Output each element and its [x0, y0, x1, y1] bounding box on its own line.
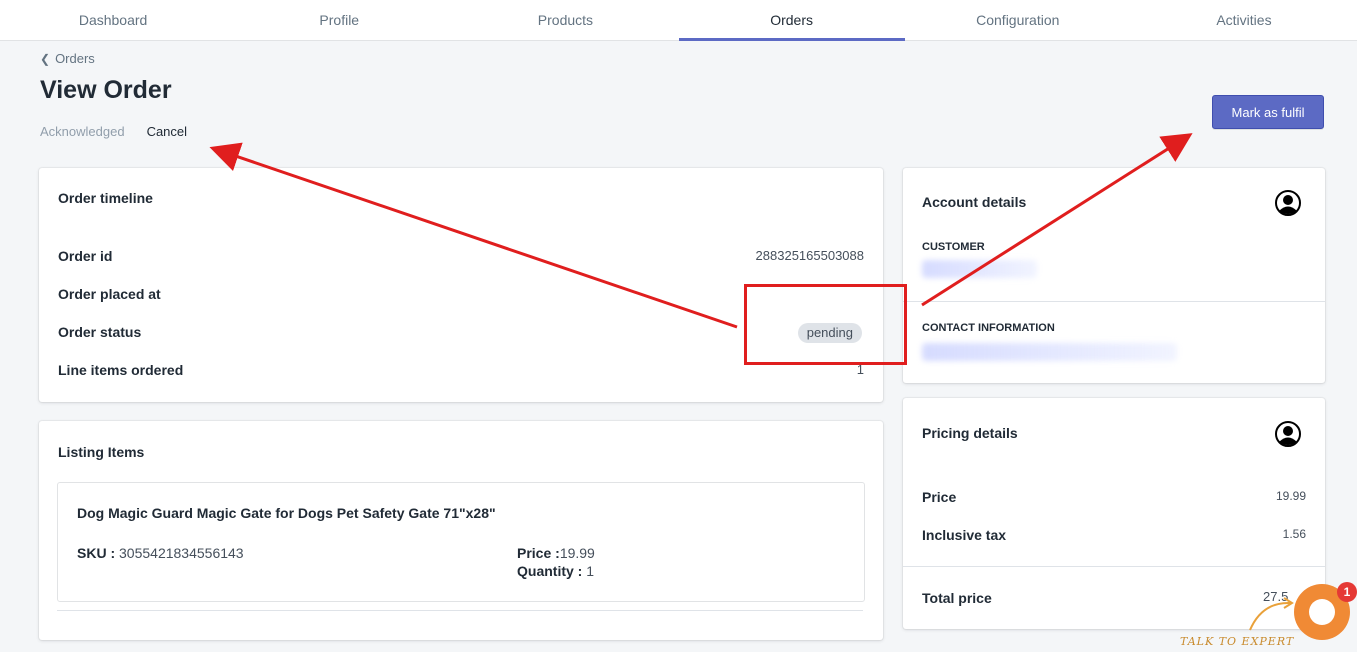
customer-label: CUSTOMER — [922, 241, 985, 253]
pricing-details-title: Pricing details — [922, 425, 1018, 441]
user-avatar-icon — [1275, 421, 1301, 447]
breadcrumb[interactable]: ❮ Orders — [40, 51, 95, 66]
tab-profile[interactable]: Profile — [226, 0, 452, 40]
sku-field: SKU : 3055421834556143 — [77, 545, 244, 561]
tab-products[interactable]: Products — [452, 0, 678, 40]
acknowledged-status: Acknowledged — [40, 124, 125, 139]
item-quantity-label: Quantity : — [517, 563, 583, 579]
account-details-card: Account details CUSTOMER CONTACT INFORMA… — [903, 168, 1325, 383]
order-id-label: Order id — [58, 248, 113, 264]
contact-information-label: CONTACT INFORMATION — [922, 322, 1055, 334]
sku-value: 3055421834556143 — [119, 545, 244, 561]
chevron-left-icon: ❮ — [40, 52, 51, 66]
listing-items-title: Listing Items — [58, 444, 145, 460]
account-details-title: Account details — [922, 194, 1027, 210]
total-price-value: 27.5 — [1263, 589, 1289, 604]
top-nav: Dashboard Profile Products Orders Config… — [0, 0, 1357, 41]
price-value: 19.99 — [1275, 489, 1306, 503]
order-id-value: 288325165503088 — [755, 248, 864, 263]
price-field: Price :19.99 — [517, 545, 595, 561]
breadcrumb-label: Orders — [55, 51, 95, 66]
inclusive-tax-value: 1.56 — [1282, 527, 1306, 541]
page-title: View Order — [40, 76, 172, 104]
tab-orders[interactable]: Orders — [678, 0, 905, 41]
mark-as-fulfil-button[interactable]: Mark as fulfil — [1212, 95, 1324, 129]
chat-notification-count: 1 — [1337, 582, 1357, 602]
product-name: Dog Magic Guard Magic Gate for Dogs Pet … — [77, 505, 496, 521]
pricing-details-card: Pricing details Price 19.99 Inclusive ta… — [903, 398, 1325, 629]
contact-information-redacted — [922, 343, 1177, 361]
user-avatar-icon — [1275, 190, 1301, 216]
talk-to-expert-label: TALK TO EXPERT — [1180, 635, 1295, 648]
tab-dashboard[interactable]: Dashboard — [0, 0, 226, 40]
tab-configuration[interactable]: Configuration — [905, 0, 1131, 40]
order-status-label: Order status — [58, 324, 142, 340]
order-status-actions: Acknowledged Cancel — [40, 124, 187, 139]
line-items-label: Line items ordered — [58, 362, 184, 378]
order-placed-label: Order placed at — [58, 286, 161, 302]
price-label: Price — [922, 489, 957, 505]
list-item: Dog Magic Guard Magic Gate for Dogs Pet … — [57, 482, 865, 602]
tab-activities[interactable]: Activities — [1131, 0, 1357, 40]
order-timeline-title: Order timeline — [58, 190, 153, 206]
sku-label: SKU : — [77, 545, 116, 561]
item-price-label: Price : — [517, 545, 560, 561]
customer-name-redacted — [922, 260, 1037, 278]
item-price-value: 19.99 — [559, 545, 595, 561]
divider — [903, 301, 1325, 302]
annotation-highlight-box — [744, 284, 907, 365]
total-price-label: Total price — [922, 590, 992, 606]
item-quantity-value: 1 — [586, 563, 595, 579]
divider — [57, 610, 863, 611]
cancel-link[interactable]: Cancel — [147, 124, 187, 139]
inclusive-tax-label: Inclusive tax — [922, 527, 1007, 543]
listing-items-card: Listing Items Dog Magic Guard Magic Gate… — [39, 421, 883, 640]
divider — [903, 566, 1325, 567]
chat-bubble-icon — [1309, 599, 1335, 625]
quantity-field: Quantity : 1 — [517, 563, 594, 579]
